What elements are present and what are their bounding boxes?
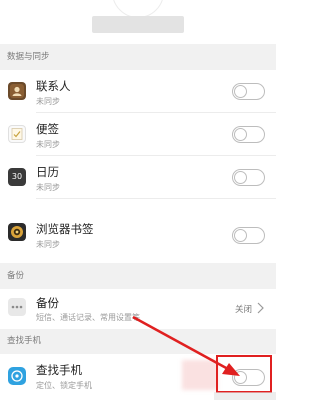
sync-item-title: 便签: [36, 122, 59, 136]
backup-item[interactable]: 备份 短信、通话记录、常用设置等 关闭: [0, 289, 276, 329]
chevron-right-icon: [257, 302, 264, 314]
notepad-icon: [8, 125, 26, 143]
calendar-sync-toggle[interactable]: [232, 169, 265, 186]
browser-icon: [8, 223, 26, 241]
contacts-sync-toggle[interactable]: [232, 83, 265, 100]
sync-item-title: 浏览器书签: [36, 222, 94, 236]
find-phone-title: 查找手机: [36, 363, 82, 377]
watermark-strip: [214, 392, 276, 400]
sync-item-browser-bookmarks[interactable]: 浏览器书签 未同步: [0, 199, 276, 263]
section-header-backup: 备份: [0, 263, 276, 289]
watermark-blur: [182, 360, 218, 390]
account-name-blurred: [92, 16, 184, 33]
calendar-icon-number: 30: [11, 172, 23, 181]
find-phone-subtitle: 定位、锁定手机: [36, 381, 92, 390]
sync-item-subtitle: 未同步: [36, 97, 60, 106]
sync-item-notes[interactable]: 便签 未同步: [0, 113, 276, 156]
sync-item-title: 联系人: [36, 79, 71, 93]
browser-bookmarks-sync-toggle[interactable]: [232, 227, 265, 244]
sync-item-subtitle: 未同步: [36, 240, 60, 249]
backup-status: 关闭: [234, 305, 252, 315]
sync-item-calendar[interactable]: 30 日历 未同步: [0, 156, 276, 199]
contacts-icon: [8, 82, 26, 100]
sync-item-subtitle: 未同步: [36, 183, 60, 192]
toggle-knob: [234, 128, 247, 141]
section-header-sync: 数据与同步: [0, 44, 276, 70]
sync-item-subtitle: 未同步: [36, 140, 60, 149]
backup-subtitle: 短信、通话记录、常用设置等: [36, 313, 140, 322]
toggle-knob: [234, 85, 247, 98]
toggle-knob: [234, 171, 247, 184]
section-header-find-phone: 查找手机: [0, 329, 276, 354]
sync-item-title: 日历: [36, 165, 59, 179]
toggle-knob: [234, 229, 247, 242]
calendar-icon: 30: [8, 168, 26, 186]
find-phone-icon: [8, 367, 26, 385]
account-header: [0, 0, 276, 44]
annotation-highlight-box: [216, 355, 272, 393]
backup-title: 备份: [36, 296, 59, 310]
backup-icon: [8, 298, 26, 316]
notes-sync-toggle[interactable]: [232, 126, 265, 143]
sync-item-contacts[interactable]: 联系人 未同步: [0, 70, 276, 113]
